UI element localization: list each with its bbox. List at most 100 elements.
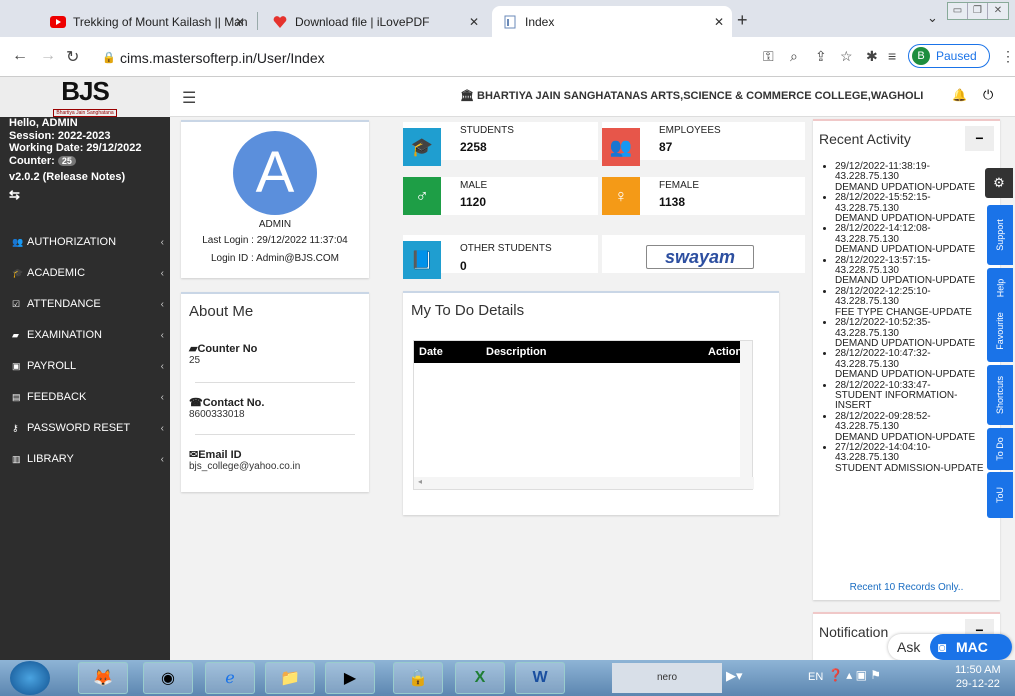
sidebar-item-password-reset[interactable]: ⚷ PASSWORD RESET ‹	[0, 414, 170, 442]
close-icon[interactable]: ✕	[235, 15, 245, 29]
horizontal-scrollbar[interactable]: ◂	[414, 477, 754, 489]
sidebar-item-feedback[interactable]: ▤ FEEDBACK ‹	[0, 383, 170, 411]
sidebar: Hello, ADMIN Session: 2022-2023 Working …	[0, 117, 170, 660]
sidebar-item-payroll[interactable]: ▣ PAYROLL ‹	[0, 352, 170, 380]
heart-icon	[272, 15, 288, 29]
word-icon[interactable]: W	[515, 662, 565, 694]
excel-icon[interactable]: X	[455, 662, 505, 694]
clock[interactable]: 11:50 AM 29-12-22	[955, 663, 1001, 691]
minimize-icon[interactable]: ▭	[948, 3, 968, 19]
swayam-banner[interactable]: swayam	[602, 235, 805, 273]
close-icon[interactable]: ✕	[469, 15, 479, 29]
chevron-left-icon: ‹	[160, 329, 164, 341]
media-player-icon[interactable]: ▶	[325, 662, 375, 694]
book-square-icon: ▥	[12, 453, 21, 464]
sidebar-item-attendance[interactable]: ☑ ATTENDANCE ‹	[0, 290, 170, 318]
page-icon	[502, 15, 518, 29]
close-icon[interactable]: ✕	[714, 15, 724, 29]
star-icon[interactable]: ☆	[840, 48, 853, 65]
gear-icon[interactable]: ⚙	[985, 168, 1013, 198]
check-square-icon: ☑	[12, 298, 21, 309]
profile-button[interactable]: B Paused	[908, 44, 990, 68]
taskbar: 🦊 ◉ ℯ 📁 ▶ 🔒 X W nero ▶▾ EN ❓ ▴ ▣ ⚑ 11:50…	[0, 660, 1015, 696]
stat-employees[interactable]: 👥 EMPLOYEES 87	[602, 122, 805, 166]
nero-search[interactable]: nero	[612, 663, 722, 693]
language[interactable]: EN	[808, 671, 823, 683]
stat-female[interactable]: ♀ FEMALE 1138	[602, 177, 805, 215]
recent-footer-link[interactable]: Recent 10 Records Only..	[813, 582, 1000, 593]
robot-icon: ◙	[938, 639, 947, 655]
todo-header: Date Description Action	[414, 341, 752, 363]
ie-icon[interactable]: ℯ	[205, 662, 255, 694]
stat-other-students[interactable]: 📘 OTHER STUDENTS 0	[403, 235, 598, 279]
chrome-icon[interactable]: ◉	[143, 662, 193, 694]
about-title: About Me	[189, 303, 254, 320]
hamburger-menu-icon[interactable]: ☰	[182, 88, 196, 108]
window-controls: ▭ ❐ ✕	[947, 2, 1009, 20]
url-field[interactable]: cims.mastersofterp.in/User/Index	[120, 50, 325, 66]
stat-students[interactable]: 🎓 STUDENTS 2258	[403, 122, 598, 166]
security-icon[interactable]: 🔒	[393, 662, 443, 694]
tab-index[interactable]: Index ✕	[492, 6, 732, 37]
extensions-icon[interactable]: ✱	[866, 48, 878, 65]
profile-card: A ADMIN Last Login : 29/12/2022 11:37:04…	[181, 120, 369, 278]
reload-icon[interactable]: ↻	[66, 47, 79, 67]
activity-item: 28/12/2022-09:28:52-43.228.75.130DEMAND …	[835, 411, 997, 443]
back-icon[interactable]: ←	[12, 47, 28, 65]
tab-ilovepdf[interactable]: Download file | iLovePDF ✕	[262, 6, 487, 37]
tab-kailash[interactable]: Trekking of Mount Kailash || Man ✕	[40, 6, 253, 37]
chevron-left-icon: ‹	[160, 267, 164, 279]
recent-activity-card: Recent Activity − 29/12/2022-11:38:19-43…	[813, 119, 1000, 600]
chevron-left-icon: ‹	[160, 453, 164, 465]
money-icon: ▣	[12, 360, 21, 371]
envelope-icon: ✉	[189, 449, 199, 461]
college-logo[interactable]: BJS Bhartiya Jain Sanghatana	[0, 77, 170, 117]
bell-icon[interactable]: 🔔	[952, 88, 967, 102]
todo-card: My To Do Details Date Description Action…	[403, 291, 779, 515]
close-window-icon[interactable]: ✕	[988, 3, 1008, 19]
forward-icon[interactable]: →	[40, 47, 56, 65]
todo-table[interactable]: Date Description Action ◂	[413, 340, 754, 490]
firefox-icon[interactable]: 🦊	[78, 662, 128, 694]
side-tab-shortcuts[interactable]: Shortcuts	[987, 365, 1013, 425]
side-tab-todo[interactable]: To Do	[987, 428, 1013, 470]
lock-icon[interactable]: 🔒	[102, 51, 116, 64]
chevron-down-icon[interactable]: ⌄	[927, 10, 938, 26]
swap-icon[interactable]: ⇆	[9, 188, 161, 202]
institution-icon: 🏛	[460, 90, 474, 102]
recent-activity-title: Recent Activity	[819, 131, 911, 147]
sidebar-item-academic[interactable]: 🎓 ACADEMIC ‹	[0, 259, 170, 287]
female-icon: ♀	[602, 177, 640, 215]
side-tab-favourite[interactable]: Favourite	[987, 300, 1013, 362]
explorer-icon[interactable]: 📁	[265, 662, 315, 694]
chat-button[interactable]: ◙ MAC	[930, 634, 1012, 660]
collapse-button[interactable]: −	[965, 126, 994, 151]
chat-widget[interactable]: Ask ◙ MAC	[888, 634, 1012, 660]
sidebar-item-library[interactable]: ▥ LIBRARY ‹	[0, 445, 170, 473]
vertical-scrollbar[interactable]	[740, 341, 752, 489]
key-icon[interactable]: ⚿	[763, 48, 774, 65]
book-icon: ▰	[12, 329, 19, 340]
menu-dots-icon[interactable]: ⋮	[1001, 48, 1015, 65]
start-button[interactable]	[10, 661, 50, 695]
side-tab-support[interactable]: Support	[987, 205, 1013, 265]
tray-icons[interactable]: ❓ ▴ ▣ ⚑	[828, 668, 881, 682]
chevron-left-icon: ‹	[160, 422, 164, 434]
activity-item: 29/12/2022-11:38:19-43.228.75.130DEMAND …	[835, 161, 997, 193]
power-icon[interactable]: ⏻	[983, 87, 993, 103]
browser-tab-bar: Trekking of Mount Kailash || Man ✕ Downl…	[0, 0, 1015, 37]
book-icon: 📘	[403, 241, 441, 279]
zoom-icon[interactable]: ⌕	[790, 48, 798, 65]
side-tab-tou[interactable]: ToU	[987, 472, 1013, 518]
media-icon[interactable]: ≡	[888, 48, 896, 64]
activity-item: 28/12/2022-12:25:10-43.228.75.130FEE TYP…	[835, 286, 997, 318]
share-icon[interactable]: ⇪	[815, 48, 827, 65]
sidebar-item-authorization[interactable]: 👥 AUTHORIZATION ‹	[0, 228, 170, 256]
arrow-icon[interactable]: ▶▾	[726, 668, 743, 684]
maximize-icon[interactable]: ❐	[968, 3, 988, 19]
sidebar-item-examination[interactable]: ▰ EXAMINATION ‹	[0, 321, 170, 349]
new-tab-icon[interactable]: +	[737, 10, 748, 31]
stat-male[interactable]: ♂ MALE 1120	[403, 177, 598, 215]
todo-title: My To Do Details	[411, 302, 525, 319]
release-notes-link[interactable]: v2.0.2 (Release Notes)	[9, 171, 161, 184]
